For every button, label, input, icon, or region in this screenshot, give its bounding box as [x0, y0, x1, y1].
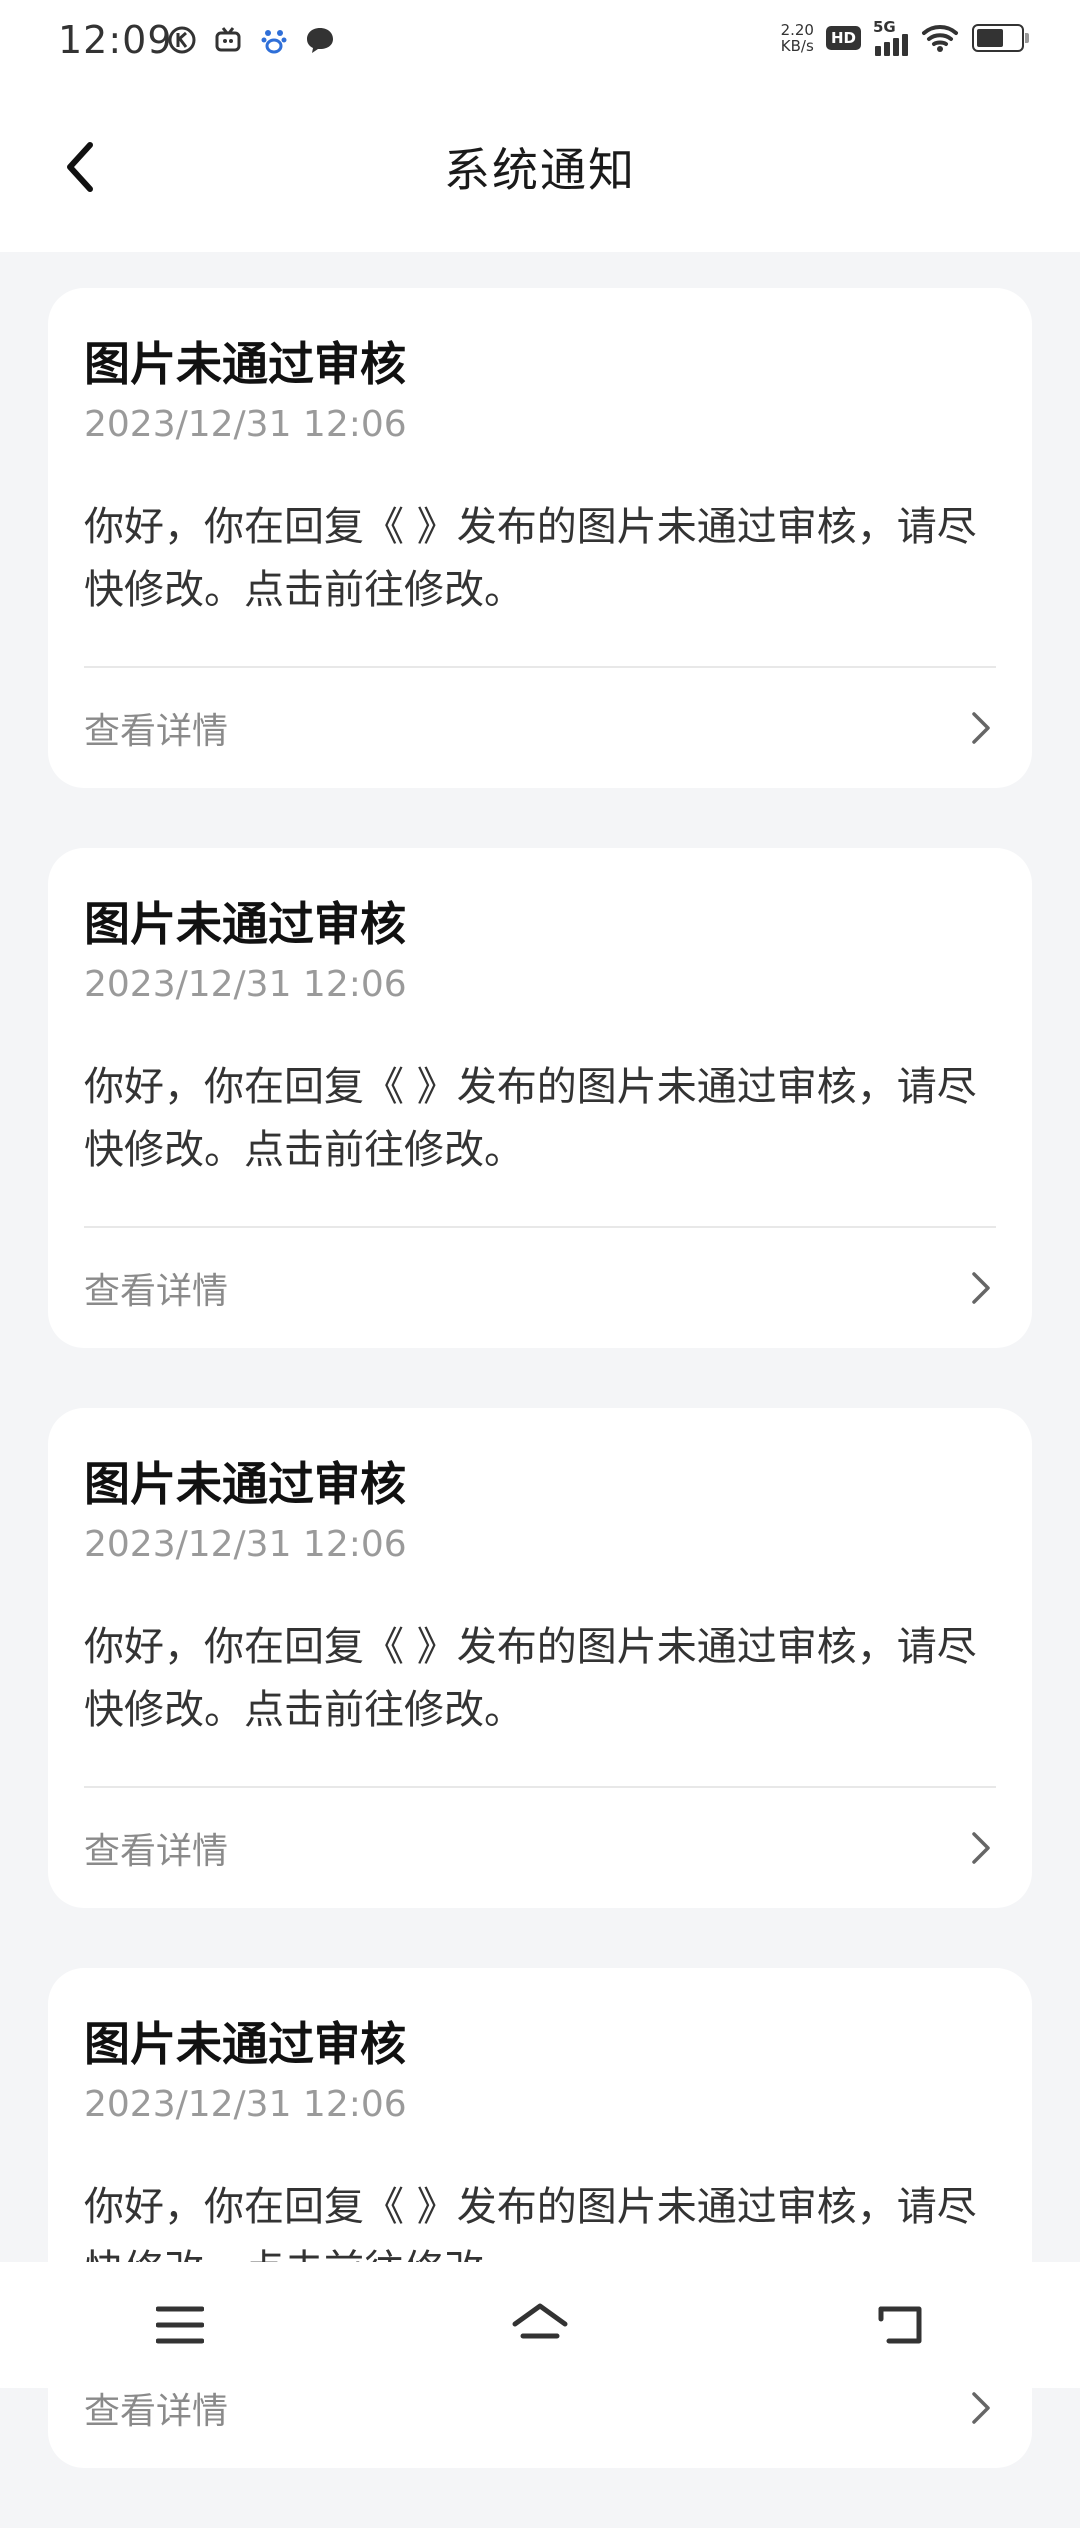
- notification-body: 你好，你在回复《 》发布的图片未通过审核，请尽快修改。点击前往修改。: [84, 504, 977, 613]
- network-type-label: 5G: [873, 18, 896, 36]
- chevron-right-icon: [966, 708, 996, 748]
- status-time: 12:09: [58, 18, 173, 62]
- notification-time: 2023/12/31 12:06: [84, 2084, 407, 2125]
- net-speed-unit: KB/s: [780, 37, 814, 55]
- system-nav-bar: [0, 2262, 1080, 2388]
- view-details-label: 查看详情: [84, 1831, 229, 1872]
- notification-time: 2023/12/31 12:06: [84, 404, 407, 445]
- notification-card[interactable]: 图片未通过审核 2023/12/31 12:06 你好，你在回复《 》发布的图片…: [48, 288, 1032, 788]
- wifi-icon: [920, 22, 960, 54]
- chevron-right-icon: [966, 1268, 996, 1308]
- notification-time: 2023/12/31 12:06: [84, 964, 407, 1005]
- back-nav-button[interactable]: [840, 2275, 960, 2375]
- notification-title: 图片未通过审核: [84, 337, 406, 391]
- status-bar: 12:09 2.20 KB/s HD 5G: [0, 0, 1080, 84]
- notification-body: 你好，你在回复《 》发布的图片未通过审核，请尽快修改。点击前往修改。: [84, 1624, 977, 1733]
- net-speed: 2.20 KB/s: [781, 22, 814, 54]
- app-bar: 系统通知: [0, 84, 1080, 252]
- chevron-right-icon: [966, 1828, 996, 1868]
- menu-icon: [156, 2306, 204, 2344]
- view-details-label: 查看详情: [84, 2391, 229, 2432]
- view-details-button[interactable]: 查看详情: [84, 1808, 996, 1888]
- k-circle-icon: [166, 24, 198, 56]
- view-details-label: 查看详情: [84, 711, 229, 752]
- chevron-right-icon: [966, 2388, 996, 2428]
- view-details-label: 查看详情: [84, 1271, 229, 1312]
- notification-card[interactable]: 图片未通过审核 2023/12/31 12:06 你好，你在回复《 》发布的图片…: [48, 1968, 1032, 2468]
- chat-bubble-icon: [304, 24, 336, 56]
- view-details-button[interactable]: 查看详情: [84, 1248, 996, 1328]
- page-title: 系统通知: [444, 143, 636, 197]
- notification-title: 图片未通过审核: [84, 2017, 406, 2071]
- status-system-icons: 2.20 KB/s HD 5G: [781, 18, 1029, 56]
- notification-time: 2023/12/31 12:06: [84, 1524, 407, 1565]
- net-speed-value: 2.20: [780, 21, 814, 39]
- notification-title: 图片未通过审核: [84, 1457, 406, 1511]
- home-icon: [512, 2303, 568, 2339]
- notification-body: 你好，你在回复《 》发布的图片未通过审核，请尽快修改。点击前往修改。: [84, 1064, 977, 1173]
- view-details-button[interactable]: 查看详情: [84, 688, 996, 768]
- divider: [84, 666, 996, 668]
- tv-icon: [212, 24, 244, 56]
- menu-button[interactable]: [120, 2275, 240, 2375]
- notification-title: 图片未通过审核: [84, 897, 406, 951]
- home-button[interactable]: [480, 2275, 600, 2375]
- notification-card[interactable]: 图片未通过审核 2023/12/31 12:06 你好，你在回复《 》发布的图片…: [48, 848, 1032, 1348]
- paw-icon: [258, 24, 290, 56]
- status-notification-icons: [166, 24, 336, 56]
- signal-icon: 5G: [873, 18, 908, 56]
- back-icon: [878, 2306, 922, 2344]
- notification-list: 图片未通过审核 2023/12/31 12:06 你好，你在回复《 》发布的图片…: [48, 288, 1032, 2528]
- divider: [84, 1786, 996, 1788]
- hd-icon: HD: [825, 26, 861, 50]
- notification-card[interactable]: 图片未通过审核 2023/12/31 12:06 你好，你在回复《 》发布的图片…: [48, 1408, 1032, 1908]
- divider: [84, 1226, 996, 1228]
- battery-icon: [972, 24, 1029, 52]
